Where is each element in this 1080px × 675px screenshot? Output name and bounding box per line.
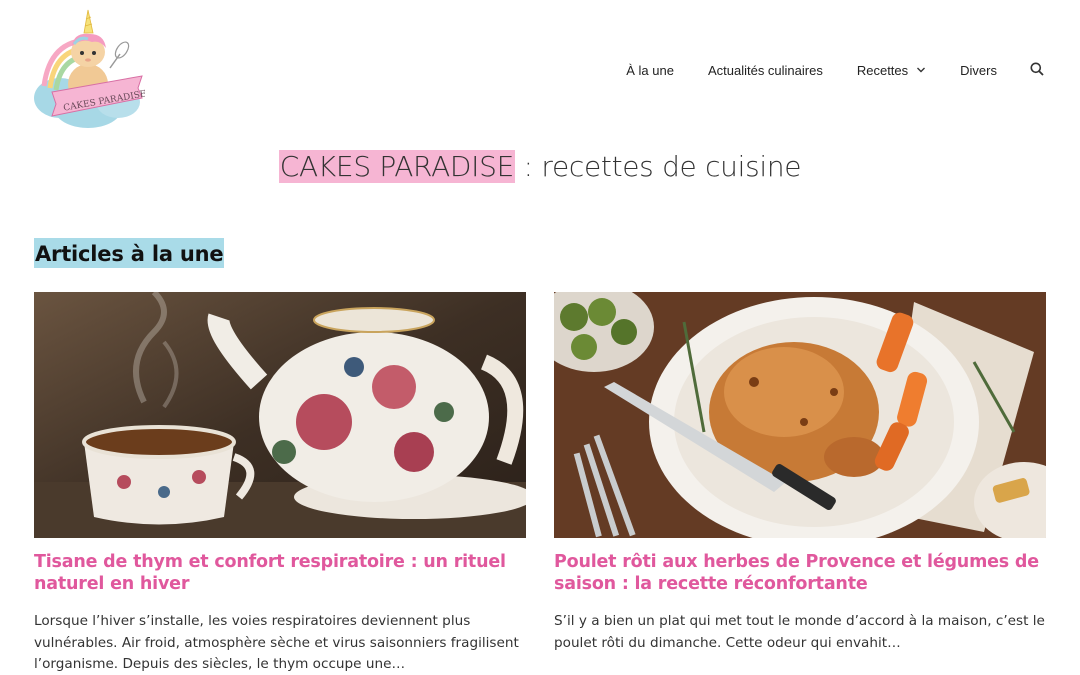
search-button[interactable] (1030, 61, 1044, 80)
article-excerpt: Lorsque l’hiver s’installe, les voies re… (34, 613, 519, 672)
section-heading: Articles à la une (34, 238, 225, 268)
site-header: CAKES PARADISE À la une Actualités culin… (0, 0, 1080, 140)
site-logo[interactable]: CAKES PARADISE (30, 6, 147, 131)
nav-item-label: Recettes (856, 62, 909, 78)
page-title-highlight: CAKES PARADISE (278, 150, 516, 183)
page-title-rest: : recettes de cuisine (515, 150, 802, 183)
article-image[interactable] (554, 292, 1046, 538)
page: CAKES PARADISE À la une Actualités culin… (0, 0, 1080, 675)
article-image[interactable] (34, 292, 526, 538)
search-icon (1030, 61, 1044, 80)
nav-item-label: Actualités culinaires (707, 62, 823, 78)
nav-item-divers[interactable]: Divers (960, 63, 997, 78)
nav-item-label: À la une (626, 62, 674, 78)
article-card: Tisane de thym et confort respiratoire :… (34, 292, 526, 675)
article-excerpt: S’il y a bien un plat qui met tout le mo… (554, 613, 1045, 651)
nav-item-a-la-une[interactable]: À la une (626, 63, 674, 78)
main-nav: À la une Actualités culinaires Recettes … (626, 58, 1044, 82)
chevron-down-icon (916, 66, 926, 74)
nav-item-label: Divers (960, 62, 997, 78)
page-title: CAKES PARADISE : recettes de cuisine (0, 150, 1080, 183)
nav-item-actualites-culinaires[interactable]: Actualités culinaires (708, 63, 823, 78)
unicorn-logo-icon: CAKES PARADISE (34, 9, 147, 128)
article-title[interactable]: Poulet rôti aux herbes de Provence et lé… (554, 551, 1046, 595)
nav-item-recettes[interactable]: Recettes (857, 63, 926, 78)
article-card: Poulet rôti aux herbes de Provence et lé… (554, 292, 1046, 654)
article-title[interactable]: Tisane de thym et confort respiratoire :… (34, 551, 526, 595)
